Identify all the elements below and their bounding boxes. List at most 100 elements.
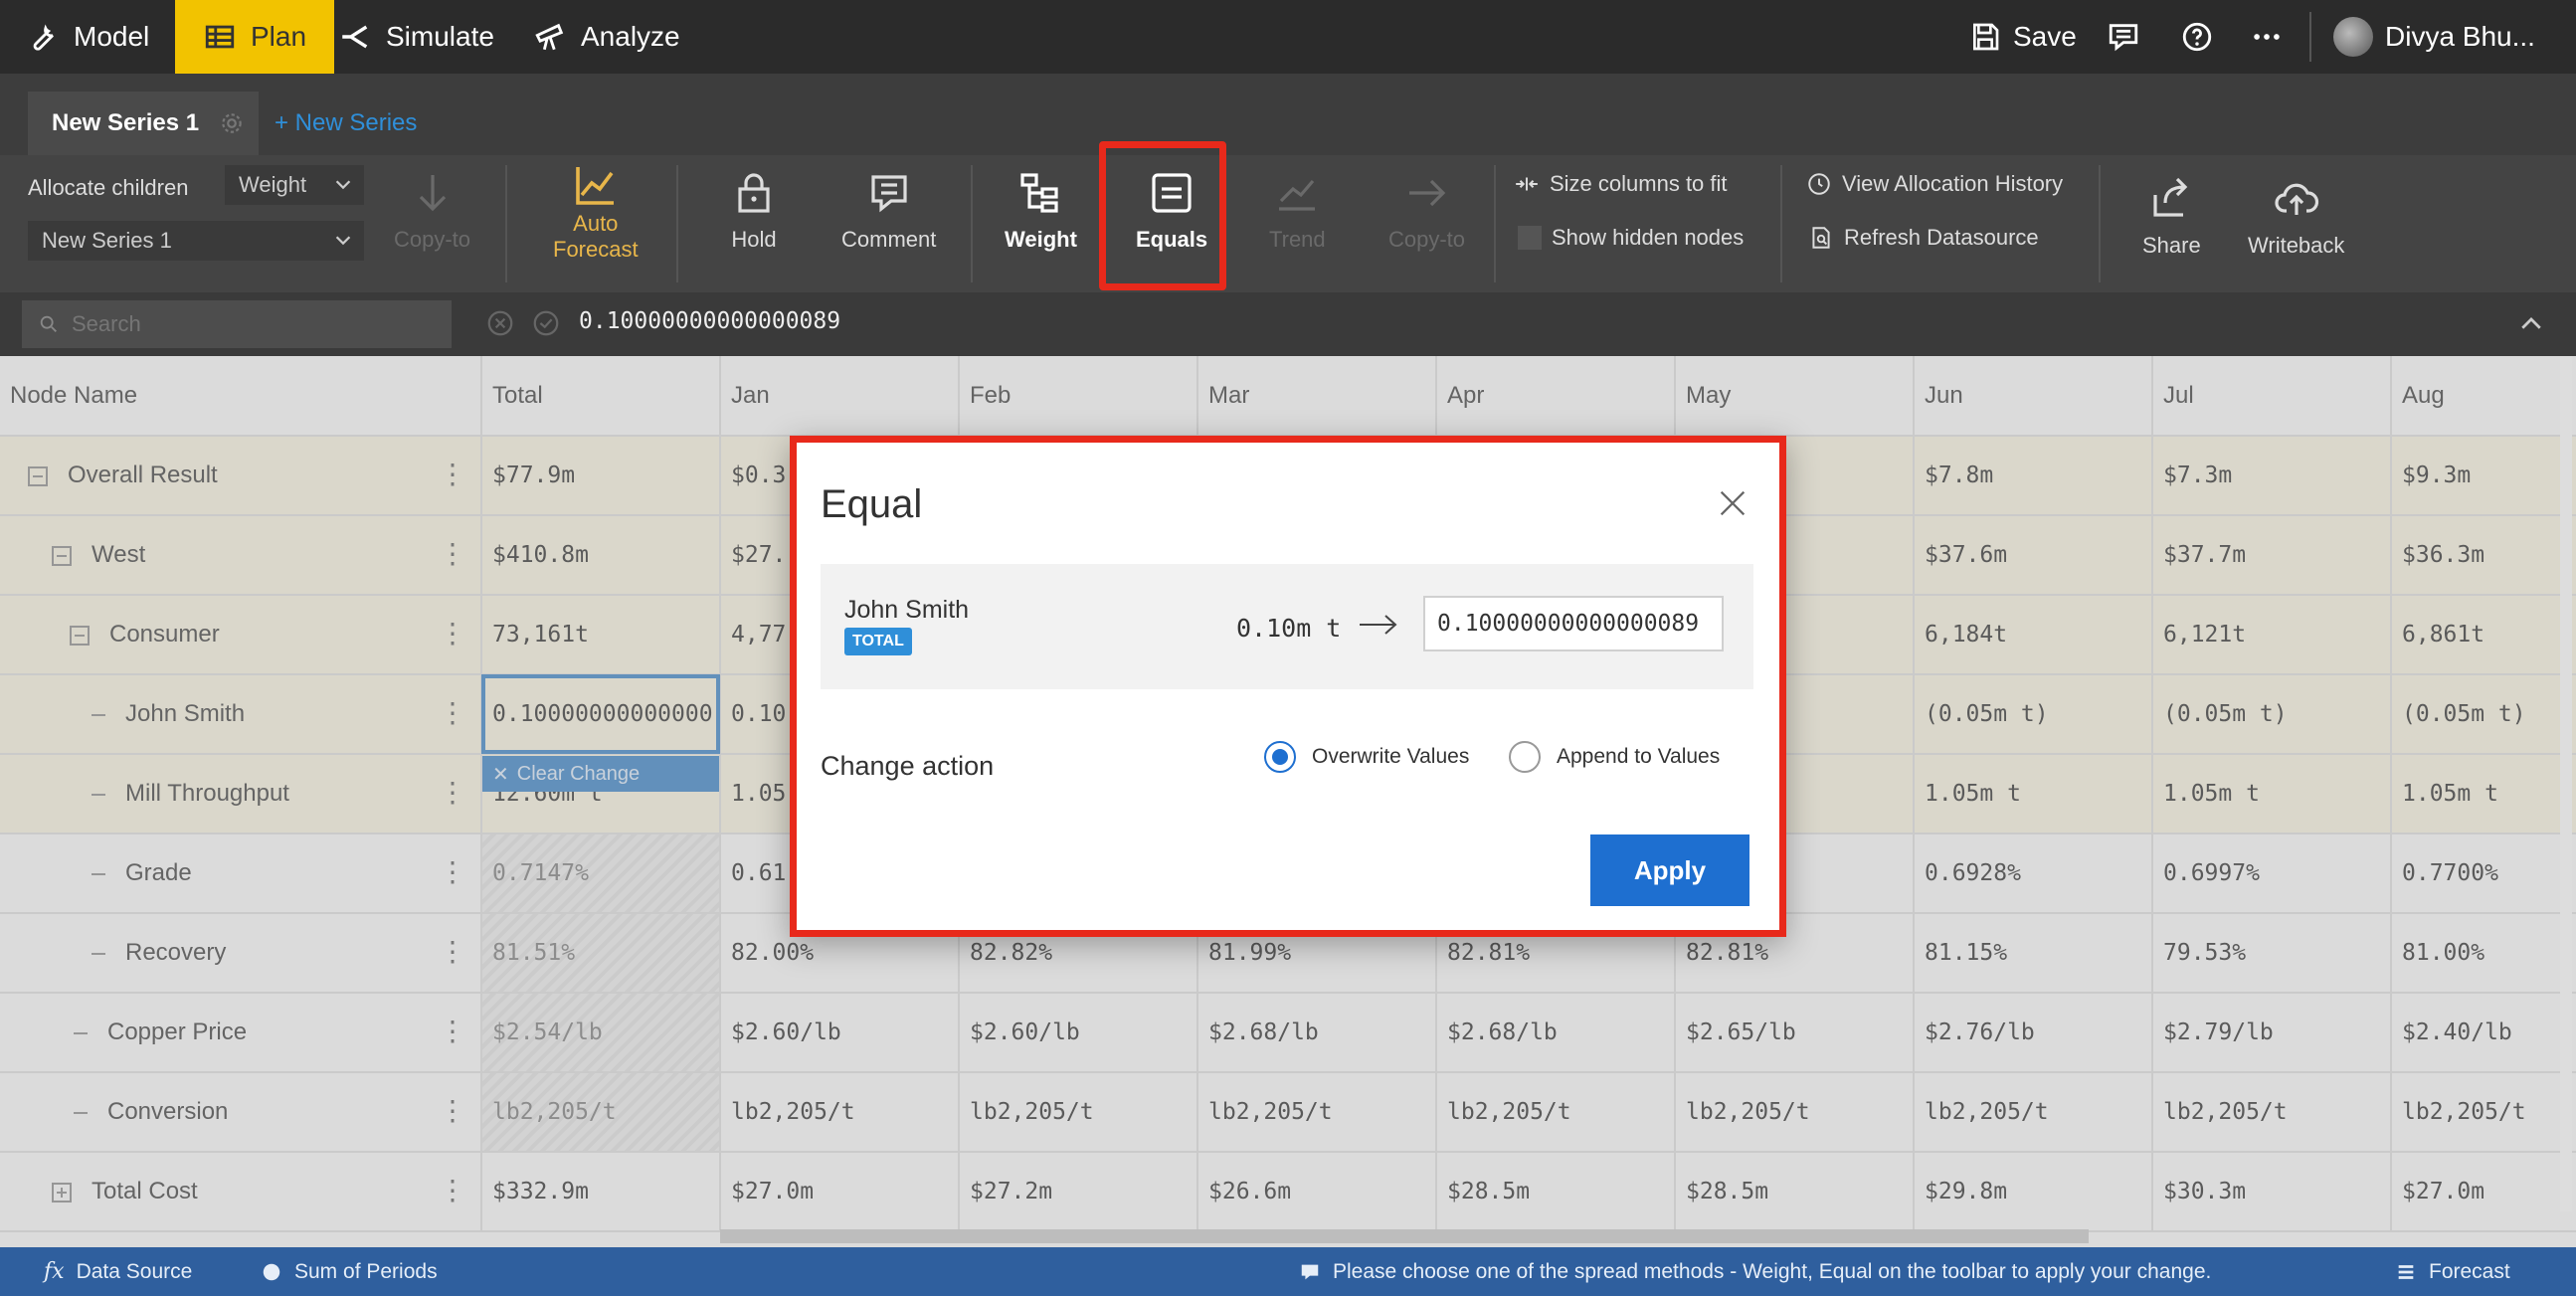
top-nav: Model Plan Simulate Analyze Save Divya B…: [0, 0, 2576, 74]
copy-to-label: Copy-to: [394, 227, 471, 252]
avatar: [2333, 17, 2373, 57]
toolbar-divider: [971, 165, 973, 282]
help-icon: [2182, 22, 2212, 52]
show-hidden-label: Show hidden nodes: [1552, 225, 1745, 250]
hold-label: Hold: [731, 227, 777, 252]
sum-of-periods-button[interactable]: Sum of Periods: [261, 1247, 438, 1296]
toolbar-divider: [676, 165, 678, 282]
nav-simulate[interactable]: Simulate: [338, 0, 494, 74]
overwrite-values-label: Overwrite Values: [1312, 745, 1470, 768]
show-hidden-checkbox[interactable]: [1518, 226, 1542, 250]
cloud-upload-icon: [2275, 183, 2318, 215]
apply-button[interactable]: Apply: [1590, 834, 1749, 906]
new-series-button[interactable]: + New Series: [275, 92, 417, 155]
copy-to-right-button[interactable]: Copy-to: [1388, 169, 1465, 253]
comment-label: Comment: [841, 227, 937, 252]
size-columns-button[interactable]: Size columns to fit: [1514, 171, 1728, 197]
change-preview-row: John Smith TOTAL 0.10m t: [821, 564, 1753, 689]
search-box[interactable]: [22, 300, 452, 348]
size-columns-label: Size columns to fit: [1550, 171, 1728, 196]
toolbar-divider: [1780, 165, 1782, 282]
forecast-button[interactable]: Forecast: [2395, 1247, 2510, 1296]
comment-icon: [871, 175, 907, 213]
confirm-circle-icon[interactable]: [531, 308, 561, 338]
vertical-scrollbar[interactable]: [2560, 356, 2572, 1211]
search-input[interactable]: [72, 311, 430, 337]
trend-button[interactable]: Trend: [1269, 169, 1326, 253]
series-select[interactable]: New Series 1: [28, 221, 364, 261]
old-value: 0.10m t: [1236, 614, 1342, 643]
formula-value[interactable]: 0.10000000000000089: [579, 308, 840, 334]
sum-of-periods-label: Sum of Periods: [294, 1259, 438, 1283]
history-icon: [1808, 173, 1830, 195]
nav-divider: [2309, 12, 2311, 62]
allocate-children-label: Allocate children: [28, 175, 189, 200]
copy-to-button[interactable]: Copy-to: [394, 169, 470, 253]
append-values-radio[interactable]: Append to Values: [1509, 741, 1720, 773]
auto-forecast-label-1: Auto: [573, 211, 619, 236]
overwrite-values-radio[interactable]: Overwrite Values: [1264, 741, 1469, 773]
refresh-datasource-button[interactable]: Refresh Datasource: [1808, 225, 2039, 251]
chevron-up-icon[interactable]: [2516, 309, 2546, 339]
toolbar-divider: [505, 165, 507, 282]
comments-button[interactable]: [2107, 0, 2140, 74]
new-value-input[interactable]: [1423, 596, 1724, 651]
close-icon[interactable]: [1716, 486, 1749, 520]
nav-analyze-label: Analyze: [581, 21, 680, 52]
save-label: Save: [2013, 21, 2077, 52]
auto-forecast-button[interactable]: Auto Forecast: [553, 161, 639, 263]
nav-analyze[interactable]: Analyze: [533, 0, 680, 74]
arrow-right-icon: [1360, 615, 1397, 635]
dialog-title: Equal: [821, 482, 923, 526]
writeback-label: Writeback: [2248, 233, 2345, 258]
chevron-down-icon: [335, 180, 351, 190]
compress-icon: [1516, 177, 1538, 191]
user-name: Divya Bhu...: [2385, 21, 2535, 52]
nav-plan-label: Plan: [251, 21, 307, 52]
nav-plan[interactable]: Plan: [175, 0, 335, 74]
arrow-down-icon: [419, 175, 446, 212]
view-history-button[interactable]: View Allocation History: [1806, 171, 2063, 197]
more-icon: [2254, 34, 2280, 40]
data-source-label: Data Source: [76, 1259, 193, 1283]
wrench-icon: [33, 24, 54, 51]
trend-label: Trend: [1269, 227, 1326, 252]
user-menu[interactable]: Divya Bhu...: [2333, 0, 2535, 74]
tab-new-series-1[interactable]: New Series 1: [28, 92, 259, 155]
save-button[interactable]: Save: [1969, 0, 2077, 74]
nav-model[interactable]: Model: [26, 0, 149, 74]
radio-selected-icon: [1264, 741, 1296, 773]
line-chart-icon: [575, 167, 614, 205]
share-label: Share: [2142, 233, 2201, 258]
series-select-value: New Series 1: [42, 228, 172, 253]
toolbar-divider: [2099, 165, 2101, 282]
dialog-node-name: John Smith: [844, 596, 970, 624]
show-hidden-toggle[interactable]: Show hidden nodes: [1518, 225, 1744, 251]
view-history-label: View Allocation History: [1842, 171, 2064, 196]
help-button[interactable]: [2180, 0, 2214, 74]
hierarchy-icon: [1020, 173, 1059, 213]
series-tab-bar: New Series 1 + New Series: [0, 74, 2576, 155]
share-button[interactable]: Share: [2142, 175, 2201, 259]
horizontal-scrollbar[interactable]: [720, 1229, 2089, 1243]
hold-button[interactable]: Hold: [730, 169, 778, 253]
allocate-method-value: Weight: [239, 172, 307, 197]
toolbar-divider: [1494, 165, 1496, 282]
comment-button[interactable]: Comment: [841, 169, 936, 253]
weight-button[interactable]: Weight: [1005, 169, 1077, 253]
gear-icon[interactable]: [219, 110, 245, 136]
trend-icon: [1279, 179, 1316, 211]
share-icon: [2153, 177, 2188, 217]
tab-label: New Series 1: [52, 109, 200, 136]
comment-icon: [1301, 1264, 1319, 1279]
cancel-circle-icon[interactable]: [485, 308, 515, 338]
more-button[interactable]: [2250, 0, 2284, 74]
radio-unselected-icon: [1509, 741, 1541, 773]
allocate-method-select[interactable]: Weight: [225, 165, 364, 205]
data-source-button[interactable]: fx Data Source: [44, 1247, 192, 1296]
comment-icon: [2109, 24, 2138, 52]
save-icon: [1973, 23, 1999, 51]
writeback-button[interactable]: Writeback: [2248, 175, 2344, 259]
formula-actions: [485, 308, 561, 338]
status-message: Please choose one of the spread methods …: [1299, 1247, 2211, 1296]
